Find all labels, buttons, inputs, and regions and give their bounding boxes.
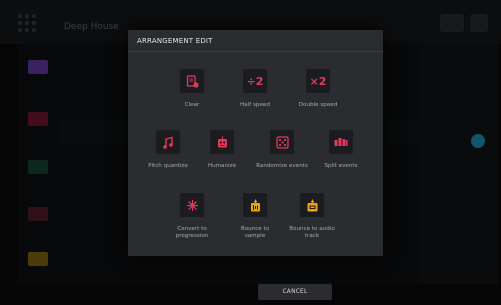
split-events-button[interactable]: Split events xyxy=(309,130,373,170)
action-label: Humanize xyxy=(207,163,237,169)
convert-progression-icon xyxy=(180,193,204,217)
action-label: Bounce to sample xyxy=(240,226,270,239)
bounce-to-audio-track-button[interactable]: Bounce to audio track xyxy=(280,193,344,240)
cancel-button[interactable]: CANCEL xyxy=(258,284,332,300)
randomize-icon xyxy=(270,130,294,154)
convert-to-progression-button[interactable]: Convert to progression xyxy=(160,193,224,240)
action-label: Double speed xyxy=(298,102,338,108)
half-speed-icon: ÷2 xyxy=(243,69,267,93)
clear-button[interactable]: Clear xyxy=(160,69,224,109)
randomize-events-button[interactable]: Randomize events xyxy=(250,130,314,170)
action-label: Half speed xyxy=(240,102,270,108)
split-events-icon xyxy=(329,130,353,154)
double-speed-button[interactable]: ×2 Double speed xyxy=(286,69,350,109)
bounce-sample-icon xyxy=(243,193,267,217)
half-speed-button[interactable]: ÷2 Half speed xyxy=(223,69,287,109)
action-label: Bounce to audio track xyxy=(289,226,335,239)
bounce-to-sample-button[interactable]: Bounce to sample xyxy=(223,193,287,240)
dialog-title: ARRANGEMENT EDIT xyxy=(137,37,213,45)
divider xyxy=(128,51,383,52)
action-label: Randomize events xyxy=(256,163,308,169)
action-label: Split events xyxy=(324,163,358,169)
arrangement-edit-dialog: ARRANGEMENT EDIT Clear ÷2 Half speed ×2 … xyxy=(128,30,383,256)
action-label: Clear xyxy=(184,102,200,108)
humanize-button[interactable]: Humanize xyxy=(190,130,254,170)
pitch-quantize-icon xyxy=(156,130,180,154)
bounce-audio-icon xyxy=(300,193,324,217)
action-label: Convert to progression xyxy=(175,226,209,239)
action-label: Pitch quantize xyxy=(148,163,188,169)
double-speed-icon: ×2 xyxy=(306,69,330,93)
humanize-icon xyxy=(210,130,234,154)
clear-icon xyxy=(180,69,204,93)
